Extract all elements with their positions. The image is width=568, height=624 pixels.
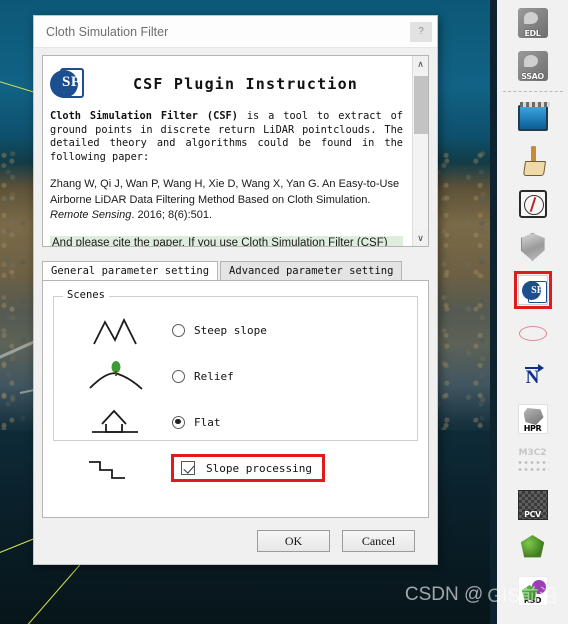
ssao-icon: SSAO [517,51,548,81]
sidebar-item-brush-tool[interactable] [513,141,553,181]
cancel-button[interactable]: Cancel [342,530,415,552]
flat-label: Flat [194,415,221,429]
scenes-group-label: Scenes [63,289,109,301]
sidebar-item-rsd-tool[interactable]: RSD [513,571,553,611]
tab-advanced-parameter-setting[interactable]: Advanced parameter setting [220,261,403,280]
toolbar-divider [502,91,563,92]
instruction-body-lead: Cloth Simulation Filter (CSF) [50,110,238,122]
animation-icon [517,102,550,131]
flat-radio[interactable] [172,415,185,429]
instruction-pane: SF CSF Plugin Instruction Cloth Simulati… [42,55,429,247]
citation-journal: Remote Sensing [50,209,132,221]
scene-option-relief[interactable]: Relief [54,353,417,399]
general-parameter-panel: Scenes Steep slope Relief Flat Slope pro… [42,280,429,518]
instruction-header-row: SF CSF Plugin Instruction [50,63,403,103]
steep-slope-label: Steep slope [194,323,267,337]
sidebar-item-ssao-tool[interactable]: SSAO [513,46,553,86]
sidebar-item-pcv-tool[interactable]: PCV [513,485,553,525]
sidebar-item-shield-tool[interactable] [513,227,553,267]
dialog-titlebar[interactable]: Cloth Simulation Filter ? [34,16,437,48]
m3c2-icon-label: M3C2 [518,448,547,458]
shield-icon [520,233,545,261]
scroll-down-arrow-icon[interactable]: ∨ [412,230,428,246]
sidebar-item-csf-tool[interactable] [513,270,553,310]
north-arrow-icon: N [520,361,546,391]
csf-icon [517,275,548,305]
slope-processing-row[interactable]: Slope processing [53,447,418,489]
sidebar-item-edl-tool[interactable]: EDL [513,3,553,43]
instruction-heading: CSF Plugin Instruction [132,75,359,93]
citation-main: Zhang W, Qi J, Wan P, Wang H, Xie D, Wan… [50,178,400,206]
flat-radio-wrap[interactable]: Flat [172,415,221,429]
sidebar-item-hpr-tool[interactable]: HPR [513,399,553,439]
ok-button[interactable]: OK [257,530,330,552]
edl-icon-label: EDL [524,29,541,38]
ellipse-icon [518,325,547,341]
slope-processing-highlight-box[interactable]: Slope processing [171,454,325,482]
sidebar-item-north-tool[interactable]: N [513,356,553,396]
ssao-icon-label: SSAO [521,72,544,81]
right-tool-panel: EDL SSAO N HPR M3C2 [490,0,568,624]
instruction-body-text: Cloth Simulation Filter (CSF) is a tool … [50,110,403,164]
pcv-icon: PCV [517,490,548,520]
scrollbar-thumb[interactable] [413,76,428,134]
tab-bar: General parameter setting Advanced param… [42,258,429,280]
dialog-title: Cloth Simulation Filter [46,24,169,39]
rsd-icon-label: RSD [523,596,542,605]
step-slope-thumb-icon [87,448,143,488]
citation-tail: . 2016; 8(6):501. [131,209,213,221]
relief-radio[interactable] [172,369,185,383]
scrollbar-track[interactable] [413,72,429,230]
help-button[interactable]: ? [410,21,432,42]
citation-text: Zhang W, Qi J, Wan P, Wang H, Xie D, Wan… [50,177,403,224]
brush-icon [520,146,546,176]
scene-option-steep-slope[interactable]: Steep slope [54,307,417,353]
sidebar-item-polyhedron-tool[interactable] [513,528,553,568]
flat-house-thumb-icon [88,402,144,442]
polyhedron-icon [520,535,545,558]
relief-thumb-icon [88,356,144,396]
csf-logo-text: SF [62,74,81,90]
steep-slope-thumb-icon [88,310,144,350]
tab-general-parameter-setting[interactable]: General parameter setting [42,261,219,280]
sidebar-item-animation-tool[interactable] [513,98,553,138]
steep-slope-radio[interactable] [172,323,185,337]
rsd-icon: RSD [517,576,548,606]
scroll-up-arrow-icon[interactable]: ∧ [412,56,428,72]
scene-option-flat[interactable]: Flat [54,399,417,445]
pcv-icon-label: PCV [524,510,541,519]
cloth-simulation-filter-dialog: Cloth Simulation Filter ? SF CSF Plugin … [33,15,438,565]
slope-processing-checkbox[interactable] [181,461,195,475]
slope-processing-label: Slope processing [206,461,312,475]
m3c2-point-dots [516,459,549,475]
instruction-scrollbar[interactable]: ∧ ∨ [412,56,428,246]
relief-label: Relief [194,369,234,383]
sidebar-item-m3c2-tool[interactable]: M3C2 [513,442,553,482]
compass-icon [518,190,547,218]
scenes-group-box: Scenes Steep slope Relief Flat [53,289,418,441]
sidebar-item-ellipse-tool[interactable] [513,313,553,353]
csf-logo-icon: SF [50,65,88,103]
instruction-content: SF CSF Plugin Instruction Cloth Simulati… [43,56,412,246]
hpr-icon-label: HPR [523,424,542,433]
edl-icon: EDL [517,8,548,38]
hpr-icon: HPR [517,404,548,434]
cite-request-note: And please cite the paper, If you use Cl… [50,235,403,246]
steep-slope-radio-wrap[interactable]: Steep slope [172,323,267,337]
sidebar-item-compass-tool[interactable] [513,184,553,224]
dialog-button-row: OK Cancel [34,518,437,564]
m3c2-icon: M3C2 [516,448,549,476]
relief-radio-wrap[interactable]: Relief [172,369,234,383]
